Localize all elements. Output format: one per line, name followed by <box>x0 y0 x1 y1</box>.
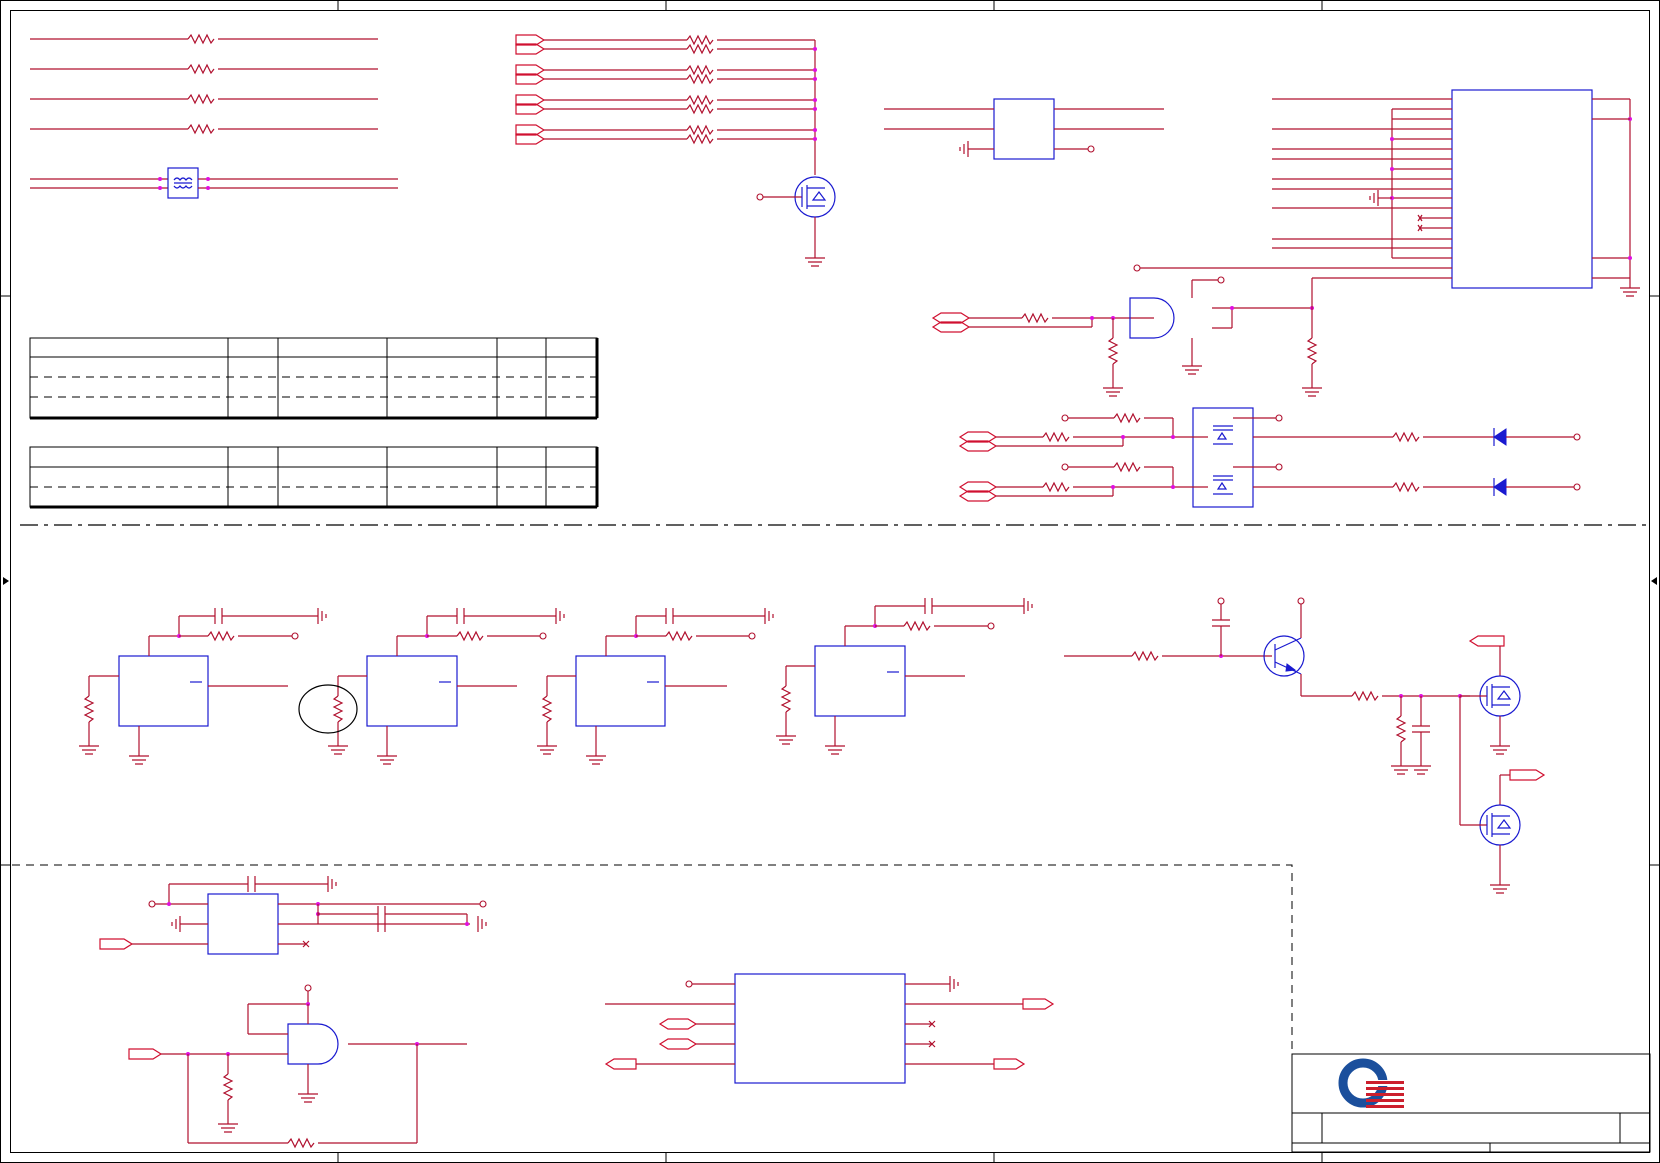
regulator-4 <box>776 598 1033 755</box>
section-divider-lower <box>12 864 1293 1054</box>
table-2 <box>29 446 599 509</box>
regulator-1 <box>79 608 327 765</box>
oscillator-block <box>99 876 487 955</box>
and-gate-right <box>931 276 1322 397</box>
sheet-border <box>0 0 1660 1163</box>
quanta-logo <box>1338 1058 1404 1108</box>
level-shifter-block <box>958 407 1581 508</box>
highlight-circle <box>298 684 358 734</box>
nmos-transistor-top <box>756 176 836 267</box>
nmos-transistor-lower <box>1460 769 1546 894</box>
connector-block <box>1133 89 1640 297</box>
table-1 <box>29 337 599 420</box>
bottom-ic <box>604 973 1055 1084</box>
common-mode-choke <box>30 167 398 199</box>
nmos-transistor-upper <box>1460 635 1521 755</box>
port-resistor-array <box>515 34 817 175</box>
small-ic-top <box>884 98 1164 160</box>
bjt-driver <box>1064 597 1470 825</box>
series-resistor-block <box>30 33 378 135</box>
title-block <box>1291 1053 1651 1153</box>
schematic-sheet <box>0 0 1660 1163</box>
regulator-2 <box>298 608 565 765</box>
and-gate-bottom <box>128 984 467 1149</box>
regulator-3 <box>537 608 774 765</box>
